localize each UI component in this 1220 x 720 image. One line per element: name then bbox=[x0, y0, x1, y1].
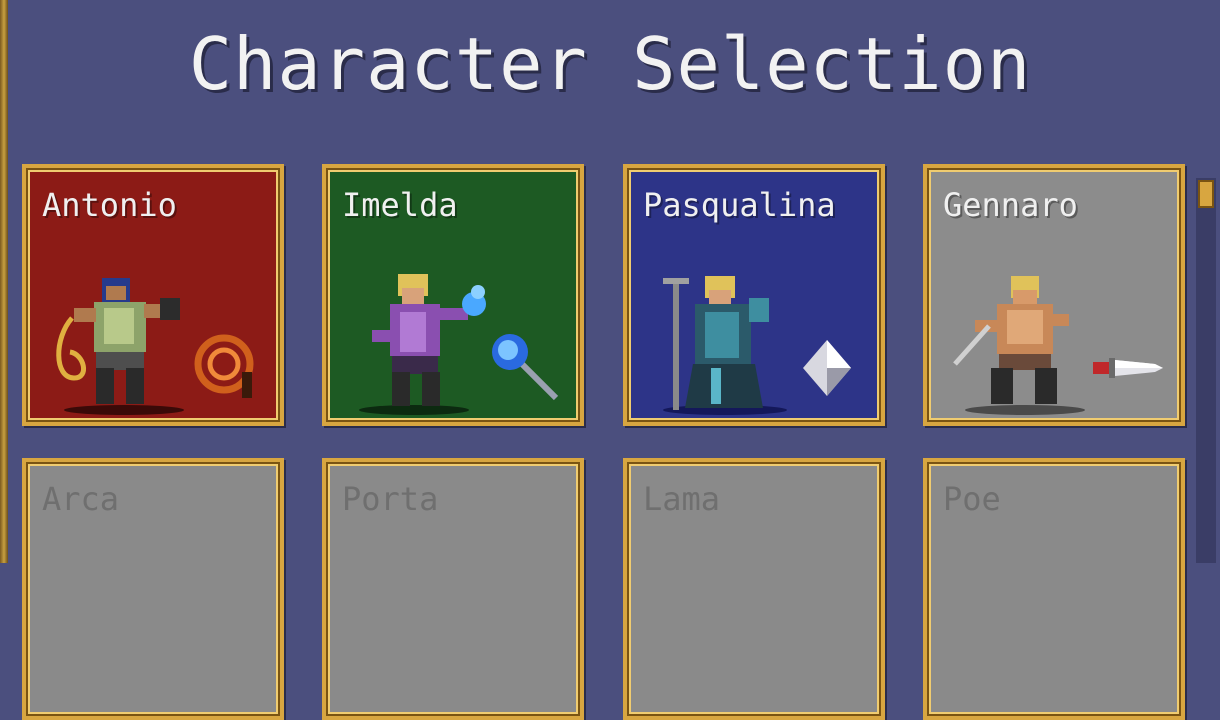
character-name: Imelda bbox=[342, 186, 458, 224]
character-card-lama[interactable]: Lama bbox=[623, 458, 885, 720]
character-name: Gennaro bbox=[943, 186, 1078, 224]
imelda-sprite-icon bbox=[359, 274, 486, 415]
character-name: Lama bbox=[643, 480, 721, 518]
gennaro-sprite-icon bbox=[953, 276, 1085, 415]
character-name: Arca bbox=[42, 480, 120, 518]
character-name: Antonio bbox=[42, 186, 177, 224]
character-card-pasqualina[interactable]: Pasqualina bbox=[623, 164, 885, 426]
runetracer-icon bbox=[803, 340, 851, 396]
knife-icon bbox=[1093, 358, 1163, 378]
character-card-arca[interactable]: Arca bbox=[22, 458, 284, 720]
character-card-imelda[interactable]: Imelda bbox=[322, 164, 584, 426]
character-card-antonio[interactable]: Antonio bbox=[22, 164, 284, 426]
antonio-sprite-icon bbox=[56, 278, 184, 415]
character-name: Porta bbox=[342, 480, 439, 518]
character-name: Pasqualina bbox=[643, 186, 836, 224]
character-name: Poe bbox=[943, 480, 1001, 518]
whip-icon bbox=[194, 334, 254, 398]
character-card-poe[interactable]: Poe bbox=[923, 458, 1185, 720]
scrollbar-track[interactable] bbox=[1196, 178, 1216, 563]
page-title: Character Selection bbox=[188, 22, 1032, 106]
magic-wand-icon bbox=[492, 334, 559, 401]
character-card-porta[interactable]: Porta bbox=[322, 458, 584, 720]
character-card-gennaro[interactable]: Gennaro bbox=[923, 164, 1185, 426]
scrollbar-thumb[interactable] bbox=[1198, 180, 1214, 208]
pasqualina-sprite-icon bbox=[663, 276, 787, 415]
